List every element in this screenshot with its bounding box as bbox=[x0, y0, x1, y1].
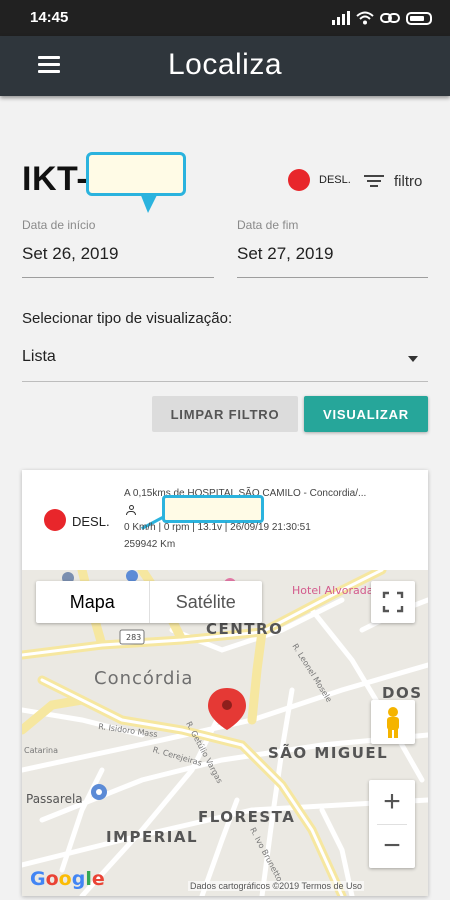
record-status-dot bbox=[44, 509, 66, 531]
battery-icon bbox=[406, 11, 432, 25]
map-label-concordia: Concórdia bbox=[94, 668, 194, 689]
record-status-label: DESL. bbox=[72, 514, 110, 529]
start-date-field[interactable]: Data de início Set 26, 2019 bbox=[22, 218, 214, 278]
filter-label: filtro bbox=[394, 172, 423, 190]
vehicle-id: IKT- bbox=[22, 160, 89, 198]
map-label-catarina: Catarina bbox=[24, 746, 59, 755]
filter-icon bbox=[364, 173, 384, 189]
pegman-icon bbox=[387, 707, 399, 738]
map-attribution[interactable]: Dados cartográficos ©2019 Termos de Uso bbox=[188, 881, 365, 891]
map-view[interactable]: 283 Hotel Alvorada CENTRO Concórdia DOS … bbox=[22, 570, 428, 896]
view-button[interactable]: VISUALIZAR bbox=[304, 396, 428, 432]
signal-icon bbox=[332, 11, 350, 25]
redaction-bubble bbox=[162, 495, 264, 523]
record-card: DESL. A 0,15kms de HOSPITAL SÃO CAMILO -… bbox=[22, 470, 428, 896]
clear-filter-button[interactable]: LIMPAR FILTRO bbox=[152, 396, 298, 432]
link-icon bbox=[380, 13, 400, 23]
map-label-passarela: Passarela bbox=[26, 792, 83, 806]
fullscreen-icon bbox=[382, 591, 404, 613]
status-time: 14:45 bbox=[30, 9, 69, 26]
map-label-sao-miguel: SÃO MIGUEL bbox=[268, 744, 389, 762]
street-view-button[interactable] bbox=[371, 700, 415, 744]
map-label-floresta: FLORESTA bbox=[198, 808, 296, 826]
status-bar: 14:45 bbox=[0, 0, 450, 36]
status-icons bbox=[332, 8, 432, 28]
google-logo: Google bbox=[30, 868, 105, 890]
record-info[interactable]: DESL. A 0,15kms de HOSPITAL SÃO CAMILO -… bbox=[22, 470, 428, 570]
redaction-bubble bbox=[86, 152, 186, 196]
redaction-bubble-tail bbox=[140, 193, 158, 213]
start-date-label: Data de início bbox=[22, 218, 96, 232]
app-bar: Localiza bbox=[0, 36, 450, 96]
zoom-out-button[interactable]: − bbox=[369, 824, 415, 868]
wifi-icon bbox=[356, 11, 374, 25]
map-label-imperial: IMPERIAL bbox=[106, 828, 199, 846]
end-date-value: Set 27, 2019 bbox=[237, 244, 334, 263]
record-telemetry: 0 Km/h | 0 rpm | 13.1v | 26/09/19 21:30:… bbox=[124, 522, 311, 533]
map-type-satellite-button[interactable]: Satélite bbox=[150, 581, 263, 623]
fullscreen-button[interactable] bbox=[371, 581, 415, 623]
status-label: DESL. bbox=[319, 174, 351, 186]
dropdown-caret-icon bbox=[408, 356, 418, 362]
record-odometer: 259942 Km bbox=[124, 539, 176, 550]
map-label-hotel: Hotel Alvorada bbox=[292, 584, 374, 597]
zoom-in-button[interactable]: + bbox=[369, 780, 415, 824]
status-indicator-dot bbox=[288, 169, 310, 191]
end-date-label: Data de fim bbox=[237, 218, 299, 232]
app-title: Localiza bbox=[167, 48, 283, 81]
map-type-map-button[interactable]: Mapa bbox=[36, 581, 150, 623]
view-type-select[interactable]: Lista bbox=[22, 336, 428, 382]
zoom-control: + − bbox=[369, 780, 415, 868]
filter-button[interactable]: filtro bbox=[364, 168, 422, 194]
route-shield-label: 283 bbox=[126, 633, 142, 642]
map-type-control: Mapa Satélite bbox=[36, 581, 262, 623]
end-date-field[interactable]: Data de fim Set 27, 2019 bbox=[237, 218, 428, 278]
driver-icon bbox=[126, 505, 136, 515]
view-type-value: Lista bbox=[22, 348, 56, 365]
start-date-value: Set 26, 2019 bbox=[22, 244, 119, 263]
view-type-label: Selecionar tipo de visualização: bbox=[22, 310, 233, 327]
